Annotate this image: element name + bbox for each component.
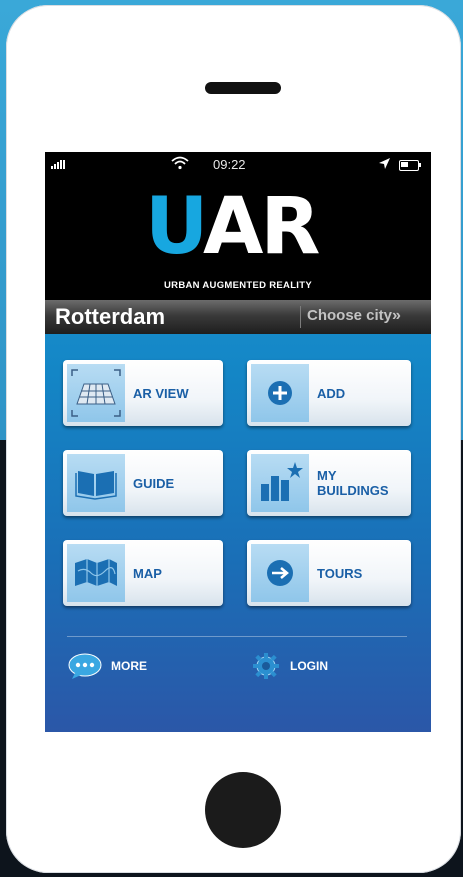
map-button[interactable]: MAP: [63, 540, 223, 606]
choose-city-button[interactable]: Choose city»: [307, 307, 401, 325]
home-button[interactable]: [205, 772, 281, 848]
menu-divider: [67, 636, 407, 637]
tours-label: TOURS: [317, 565, 363, 581]
ar-view-button[interactable]: AR VIEW: [63, 360, 223, 426]
login-label: LOGIN: [290, 659, 328, 673]
my-buildings-label: MY BUILDINGS: [317, 450, 389, 516]
my-buildings-line2: BUILDINGS: [317, 483, 389, 498]
app-header: U AR URBAN AUGMENTED REALITY: [45, 178, 431, 300]
status-bar: 09:22: [45, 152, 431, 178]
chat-bubble-icon: [68, 653, 102, 679]
buildings-icon: [251, 454, 309, 512]
status-time: 09:22: [213, 157, 246, 172]
current-city: Rotterdam: [55, 304, 166, 329]
tours-button[interactable]: TOURS: [247, 540, 411, 606]
guide-button[interactable]: GUIDE: [63, 450, 223, 516]
ar-grid-icon: [67, 364, 125, 422]
battery-tip: [419, 163, 421, 167]
app-screen: 09:22 U AR URBAN AUGMENTED REALITY Rotte…: [45, 152, 431, 732]
map-label: MAP: [133, 565, 162, 581]
map-icon: [67, 544, 125, 602]
plus-icon: [251, 364, 309, 422]
signal-icon: [51, 160, 65, 169]
city-bar: Rotterdam Choose city»: [45, 300, 431, 334]
choose-city-label: Choose city: [307, 307, 393, 324]
my-buildings-button[interactable]: MY BUILDINGS: [247, 450, 411, 516]
add-label: ADD: [317, 385, 346, 401]
gear-icon: [253, 653, 279, 679]
book-icon: [67, 454, 125, 512]
logo-u: U: [145, 182, 209, 272]
more-label: MORE: [111, 659, 147, 673]
arrow-right-icon: [251, 544, 309, 602]
more-button[interactable]: MORE: [67, 652, 147, 680]
city-bar-divider: [300, 306, 301, 328]
logo-ar: AR: [203, 182, 320, 272]
app-tagline: URBAN AUGMENTED REALITY: [164, 280, 312, 291]
my-buildings-line1: MY: [317, 468, 337, 483]
add-button[interactable]: ADD: [247, 360, 411, 426]
double-chevron-icon: »: [392, 307, 401, 324]
uar-logo: U AR: [145, 188, 335, 266]
wifi-icon: [171, 156, 189, 170]
login-button[interactable]: LOGIN: [250, 652, 328, 680]
ar-view-label: AR VIEW: [133, 385, 189, 401]
speaker-grille: [205, 82, 281, 94]
guide-label: GUIDE: [133, 475, 175, 491]
battery-icon: [399, 160, 419, 171]
location-arrow-icon: [379, 158, 390, 169]
